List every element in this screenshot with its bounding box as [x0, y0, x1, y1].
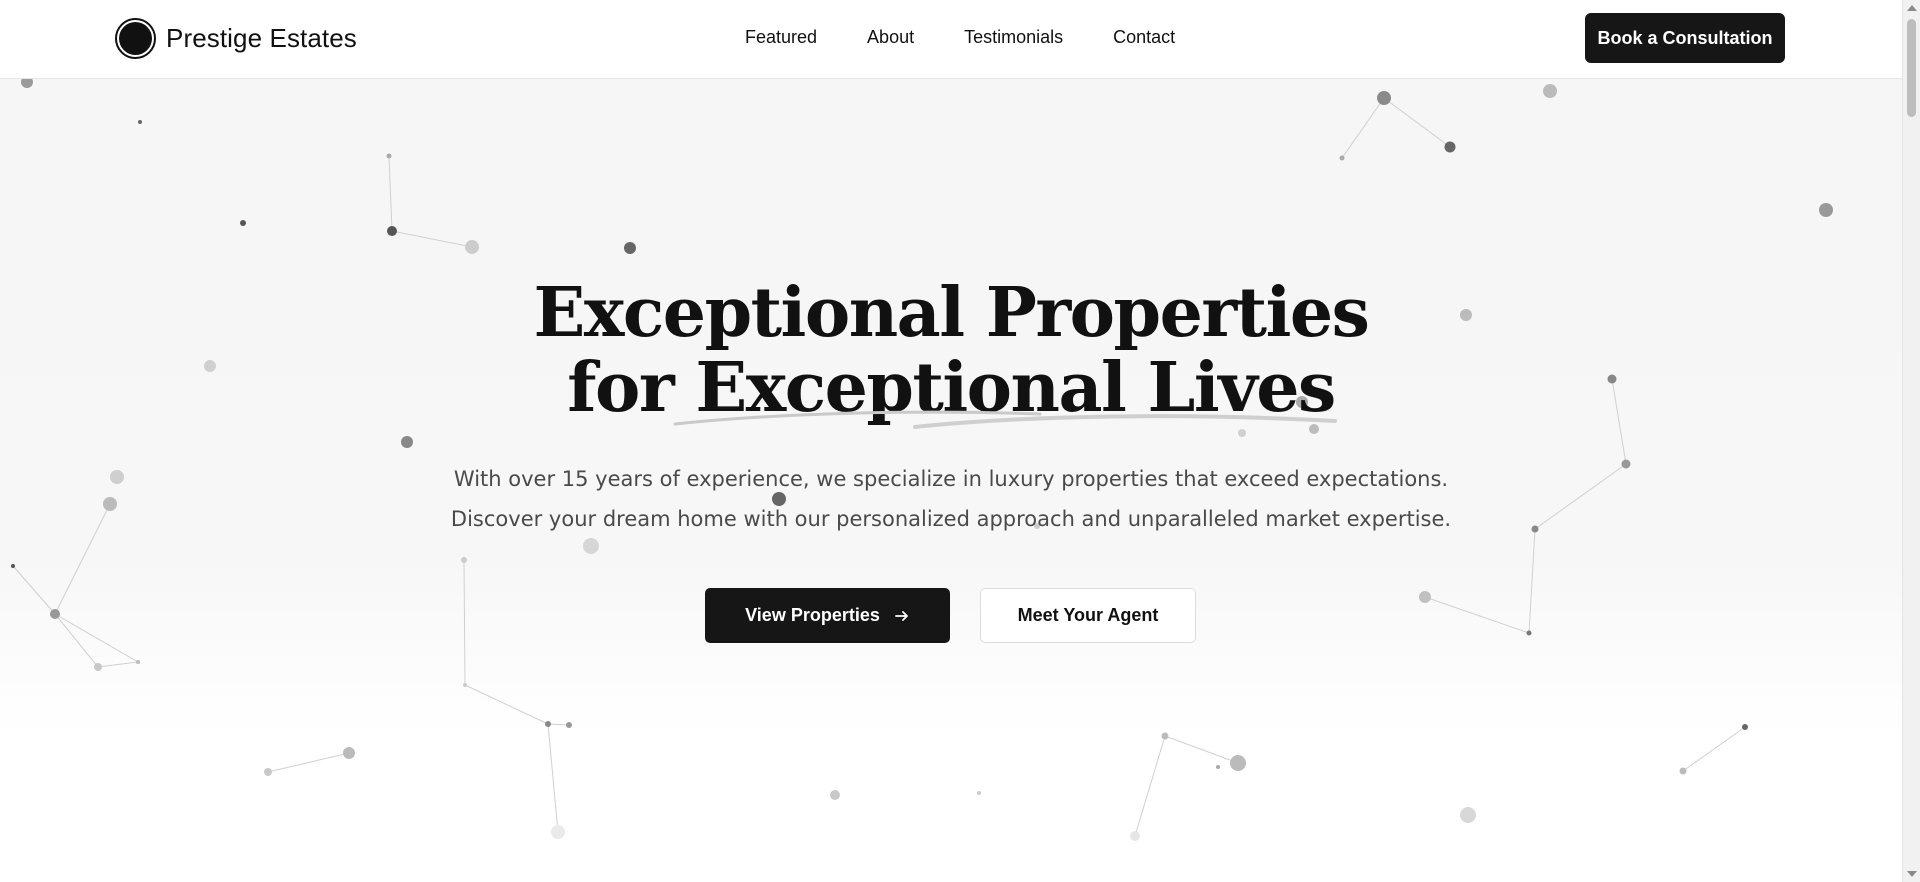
brand-name: Prestige Estates [166, 23, 357, 53]
nav-about[interactable]: About [867, 27, 914, 48]
scroll-down-arrow-icon[interactable] [1907, 871, 1917, 877]
view-properties-button[interactable]: View Properties [705, 588, 950, 643]
hero-title-line-1: Exceptional Properties [533, 273, 1370, 353]
vertical-scrollbar[interactable] [1902, 0, 1920, 882]
page: Prestige Estates Featured About Testimon… [0, 0, 1920, 882]
circle-logo-icon [115, 18, 156, 59]
site-header: Prestige Estates Featured About Testimon… [0, 0, 1902, 79]
main-nav: Featured About Testimonials Contact [745, 27, 1175, 48]
hero-subtitle-line-1: With over 15 years of experience, we spe… [453, 467, 1449, 491]
brand-link[interactable]: Prestige Estates [115, 18, 357, 59]
scrollbar-thumb[interactable] [1907, 19, 1916, 117]
nav-featured[interactable]: Featured [745, 27, 817, 48]
hero-section: Exceptional Properties for Exceptional L… [0, 79, 1902, 882]
hero-subtitle: With over 15 years of experience, we spe… [0, 459, 1902, 539]
hero-subtitle-line-2: Discover your dream home with our person… [450, 507, 1452, 531]
title-underline-stroke [673, 410, 1337, 429]
view-properties-label: View Properties [745, 605, 880, 625]
meet-your-agent-button[interactable]: Meet Your Agent [980, 588, 1196, 643]
nav-contact[interactable]: Contact [1113, 27, 1175, 48]
scroll-up-arrow-icon[interactable] [1907, 5, 1917, 11]
nav-testimonials[interactable]: Testimonials [964, 27, 1063, 48]
book-consultation-button[interactable]: Book a Consultation [1585, 13, 1785, 63]
arrow-right-icon [894, 610, 908, 621]
